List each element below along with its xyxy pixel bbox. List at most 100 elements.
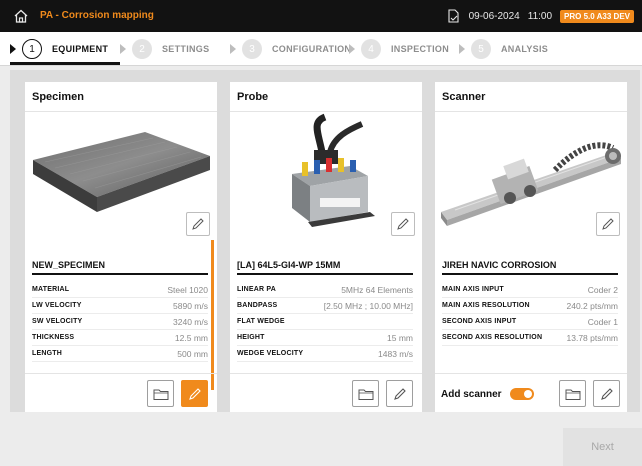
card-footer: [25, 373, 217, 412]
pencil-icon: [188, 387, 201, 400]
property-value: [2.50 MHz ; 10.00 MHz]: [323, 300, 413, 311]
chevron-right-icon: [349, 44, 355, 54]
property-row: WEDGE VELOCITY 1483 m/s: [237, 346, 413, 362]
next-button[interactable]: Next: [563, 428, 642, 466]
pencil-icon: [602, 218, 614, 230]
card-footer: [230, 373, 422, 412]
probe-image: [230, 112, 422, 262]
property-row: MAIN AXIS RESOLUTION 240.2 pts/mm: [442, 298, 618, 314]
probe-properties: LINEAR PA 5MHz 64 Elements BANDPASS [2.50 …: [237, 282, 413, 362]
time-text: 11:00: [527, 10, 553, 22]
wizard-steps: 1 EQUIPMENT 2 SETTINGS 3 CONFIGURATION 4…: [0, 32, 642, 66]
property-value: Coder 2: [587, 284, 618, 295]
property-value: Coder 1: [587, 316, 618, 327]
property-key: MATERIAL: [32, 286, 70, 293]
home-icon[interactable]: [12, 7, 30, 25]
scanner-name: JIREH NAVIC CORROSION: [442, 260, 557, 270]
scanner-image: [435, 112, 627, 262]
chevron-right-icon: [120, 44, 126, 54]
active-step-indicator: [10, 62, 120, 65]
specimen-card: Specimen NEW_SPECIMEN MATERIAL Steel 1020…: [25, 82, 217, 412]
scrollbar[interactable]: [211, 240, 214, 390]
property-key: LINEAR PA: [237, 286, 277, 293]
pencil-icon: [397, 218, 409, 230]
chevron-right-icon: [10, 44, 16, 54]
property-value: 3240 m/s: [173, 316, 208, 327]
property-row: SW VELOCITY 3240 m/s: [32, 314, 208, 330]
edit-image-button[interactable]: [186, 212, 210, 236]
specimen-properties: MATERIAL Steel 1020 LW VELOCITY 5890 m/s S…: [32, 282, 208, 362]
open-folder-button[interactable]: [352, 380, 379, 407]
step-analysis[interactable]: 5 ANALYSIS: [459, 38, 548, 60]
step-equipment[interactable]: 1 EQUIPMENT: [10, 38, 108, 60]
step-number: 1: [22, 39, 42, 59]
open-folder-button[interactable]: [559, 380, 586, 407]
step-number: 5: [471, 39, 491, 59]
edit-probe-button[interactable]: [386, 380, 413, 407]
version-badge: PRO 5.0 A33 DEV: [560, 9, 634, 23]
add-scanner-label: Add scanner: [441, 388, 502, 400]
property-key: HEIGHT: [237, 334, 265, 341]
open-folder-button[interactable]: [147, 380, 174, 407]
pencil-icon: [393, 387, 406, 400]
title-bar: PA - Corrosion mapping 09-06-2024 11:00 …: [0, 0, 642, 32]
property-key: WEDGE VELOCITY: [237, 350, 304, 357]
scanner-properties: MAIN AXIS INPUT Coder 2 MAIN AXIS RESOLUT…: [442, 282, 618, 346]
step-label: EQUIPMENT: [52, 44, 109, 54]
step-label: CONFIGURATION: [272, 44, 352, 54]
property-value: 15 mm: [387, 332, 413, 343]
property-key: SECOND AXIS RESOLUTION: [442, 334, 543, 341]
chevron-right-icon: [230, 44, 236, 54]
property-row: MATERIAL Steel 1020: [32, 282, 208, 298]
specimen-image: [25, 112, 217, 262]
property-value: 12.5 mm: [174, 332, 208, 343]
property-row: HEIGHT 15 mm: [237, 330, 413, 346]
app-title: PA - Corrosion mapping: [40, 10, 154, 21]
property-value: 500 mm: [177, 348, 208, 359]
property-row: LENGTH 500 mm: [32, 346, 208, 362]
divider: [237, 273, 413, 275]
export-report-icon[interactable]: [445, 8, 461, 24]
folder-icon: [358, 389, 373, 400]
edit-specimen-button[interactable]: [181, 380, 208, 407]
step-inspection[interactable]: 4 INSPECTION: [349, 38, 449, 60]
step-number: 3: [242, 39, 262, 59]
pencil-icon: [600, 387, 613, 400]
step-number: 2: [132, 39, 152, 59]
edit-image-button[interactable]: [596, 212, 620, 236]
step-configuration[interactable]: 3 CONFIGURATION: [230, 38, 351, 60]
card-title: Scanner: [435, 82, 627, 112]
card-title: Probe: [230, 82, 422, 112]
folder-icon: [565, 389, 580, 400]
folder-icon: [153, 389, 168, 400]
edit-scanner-button[interactable]: [593, 380, 620, 407]
chevron-right-icon: [459, 44, 465, 54]
property-key: FLAT WEDGE: [237, 318, 285, 325]
step-label: SETTINGS: [162, 44, 210, 54]
property-key: LW VELOCITY: [32, 302, 82, 309]
edit-image-button[interactable]: [391, 212, 415, 236]
add-scanner-toggle-row: Add scanner: [441, 388, 534, 400]
property-value: 5MHz 64 Elements: [341, 284, 413, 295]
divider: [442, 273, 618, 275]
step-settings[interactable]: 2 SETTINGS: [120, 38, 209, 60]
date-text: 09-06-2024: [468, 10, 520, 22]
pencil-icon: [192, 218, 204, 230]
step-number: 4: [361, 39, 381, 59]
property-key: SECOND AXIS INPUT: [442, 318, 517, 325]
property-row: FLAT WEDGE: [237, 314, 413, 330]
property-key: SW VELOCITY: [32, 318, 83, 325]
add-scanner-toggle[interactable]: [509, 388, 534, 400]
property-value: 240.2 pts/mm: [566, 300, 619, 311]
probe-card: Probe [LA] 64L5-GI4-WP 15MM LINEAR PA 5MH…: [230, 82, 422, 412]
property-row: SECOND AXIS RESOLUTION 13.78 pts/mm: [442, 330, 618, 346]
property-value: 1483 m/s: [378, 348, 413, 359]
step-label: INSPECTION: [391, 44, 450, 54]
specimen-name: NEW_SPECIMEN: [32, 260, 106, 270]
property-value: 13.78 pts/mm: [566, 332, 619, 343]
property-key: BANDPASS: [237, 302, 278, 309]
property-row: SECOND AXIS INPUT Coder 1: [442, 314, 618, 330]
card-footer: Add scanner: [435, 373, 627, 412]
property-value: Steel 1020: [167, 284, 208, 295]
property-row: THICKNESS 12.5 mm: [32, 330, 208, 346]
